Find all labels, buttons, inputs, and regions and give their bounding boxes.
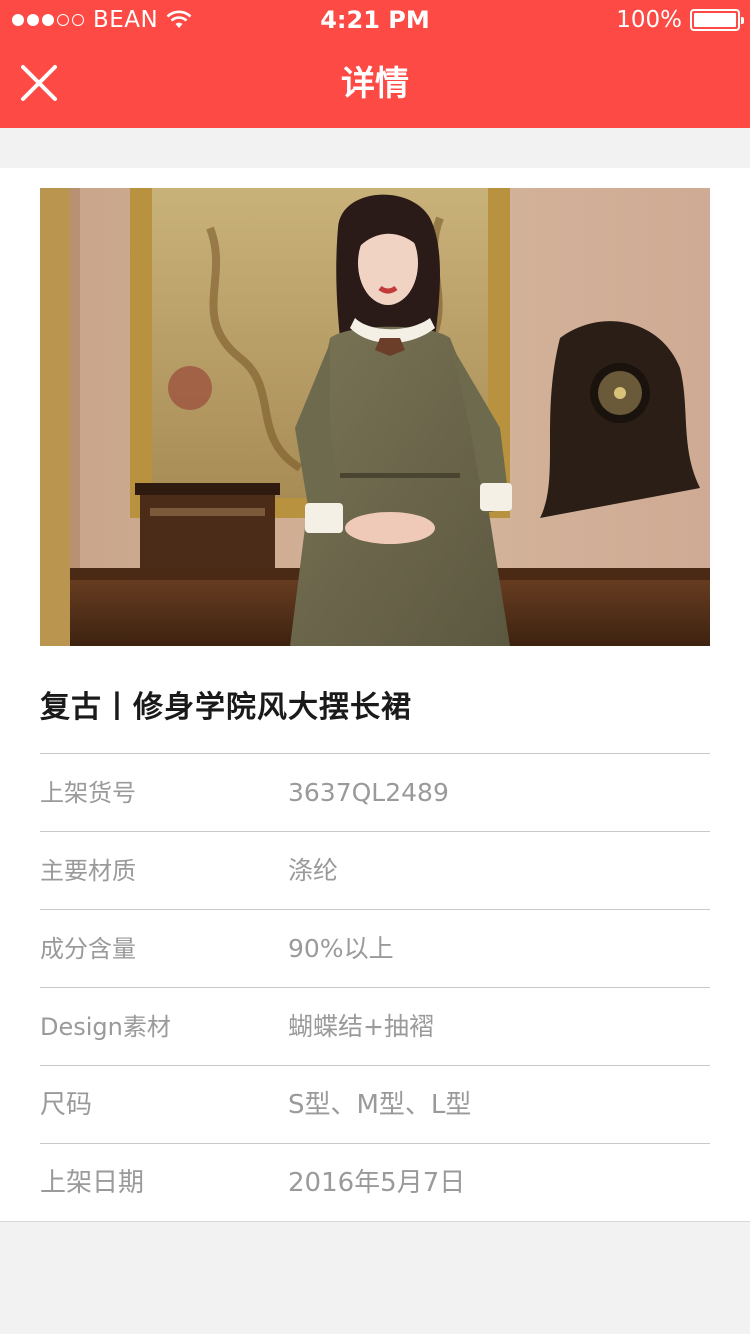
status-bar: BEAN 4:21 PM 100% — [0, 0, 750, 40]
spec-label: 主要材质 — [40, 857, 136, 885]
spec-list: 上架货号 3637QL2489 主要材质 涤纶 成分含量 90%以上 Desig… — [40, 753, 710, 1221]
spec-value: 90%以上 — [288, 934, 394, 963]
battery-icon — [690, 9, 744, 31]
product-card: 复古丨修身学院风大摆长裙 上架货号 3637QL2489 主要材质 涤纶 成分含… — [0, 168, 750, 1222]
spec-row-composition: 成分含量 90%以上 — [40, 909, 710, 987]
spec-row-size: 尺码 S型、M型、L型 — [40, 1065, 710, 1143]
spec-value: 蝴蝶结+抽褶 — [288, 1012, 434, 1041]
product-photo — [40, 188, 710, 646]
page-title: 详情 — [341, 64, 409, 104]
spec-row-item-number: 上架货号 3637QL2489 — [40, 753, 710, 831]
spec-value: S型、M型、L型 — [288, 1090, 472, 1120]
product-image[interactable] — [40, 188, 710, 646]
nav-bar: 详情 — [0, 40, 750, 128]
spec-value: 涤纶 — [288, 856, 339, 885]
battery-percent: 100% — [616, 7, 682, 33]
spec-label: 尺码 — [40, 1090, 93, 1120]
spec-row-design: Design素材 蝴蝶结+抽褶 — [40, 987, 710, 1065]
spec-label: 上架货号 — [40, 779, 136, 807]
spec-label: 成分含量 — [40, 935, 136, 963]
status-right: 100% — [616, 6, 744, 34]
spec-value: 3637QL2489 — [288, 778, 449, 807]
spec-value: 2016年5月7日 — [288, 1168, 466, 1198]
header: BEAN 4:21 PM 100% 详情 — [0, 0, 750, 128]
product-title: 复古丨修身学院风大摆长裙 — [40, 690, 412, 725]
spec-label: Design素材 — [40, 1013, 171, 1041]
spec-row-listing-date: 上架日期 2016年5月7日 — [40, 1143, 710, 1221]
spec-row-material: 主要材质 涤纶 — [40, 831, 710, 909]
spec-label: 上架日期 — [40, 1168, 145, 1198]
